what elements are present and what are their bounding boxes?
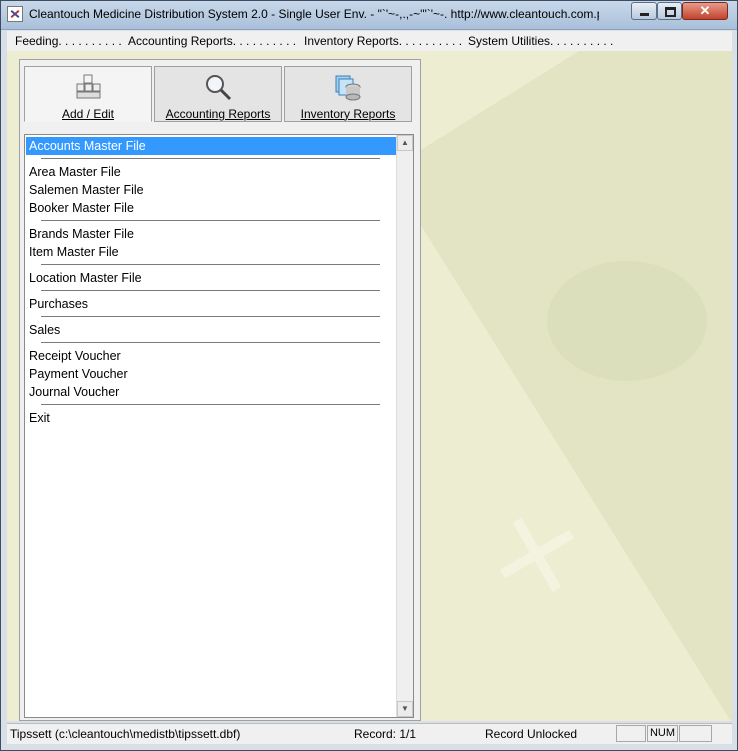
menu-accounting-reports[interactable]: Accounting Reports. . . . . . . . . . (128, 34, 296, 48)
menu-bar: Feeding. . . . . . . . . . Accounting Re… (7, 31, 732, 52)
list-separator (41, 316, 380, 317)
scroll-down-icon[interactable]: ▼ (397, 701, 413, 717)
list-separator (41, 290, 380, 291)
menu-inventory-reports[interactable]: Inventory Reports. . . . . . . . . . (304, 34, 462, 48)
title-bar[interactable]: Cleantouch Medicine Distribution System … (1, 1, 737, 30)
window-title: Cleantouch Medicine Distribution System … (29, 7, 599, 21)
mdi-client-area: Add / Edit Accounting Reports Inventory … (7, 51, 732, 721)
tab-accounting-reports-label: Accounting Reports (165, 107, 271, 121)
keyboard-icon (76, 74, 101, 99)
tab-accounting-reports[interactable]: Accounting Reports (154, 66, 282, 122)
close-button[interactable] (682, 2, 728, 20)
list-item-purchases[interactable]: Purchases (29, 295, 88, 313)
status-num-indicator: NUM (647, 725, 678, 742)
database-icon (335, 75, 361, 101)
list-scrollbar[interactable]: ▲ ▼ (396, 135, 413, 717)
list-item-booker-master-file[interactable]: Booker Master File (29, 199, 134, 217)
list-separator (41, 158, 380, 159)
list-item-payment-voucher[interactable]: Payment Voucher (29, 365, 128, 383)
status-caps-indicator (616, 725, 646, 742)
magnifier-icon (206, 75, 232, 101)
list-item-area-master-file[interactable]: Area Master File (29, 163, 121, 181)
list-separator (41, 342, 380, 343)
list-item-item-master-file[interactable]: Item Master File (29, 243, 119, 261)
list-item-journal-voucher[interactable]: Journal Voucher (29, 383, 119, 401)
background-circle (547, 261, 707, 381)
list-item-salemen-master-file[interactable]: Salemen Master File (29, 181, 144, 199)
menu-list[interactable]: Accounts Master File Area Master File Sa… (24, 134, 414, 718)
list-item-sales[interactable]: Sales (29, 321, 60, 339)
background-plus-bar (512, 517, 562, 593)
status-bar: Tipssett (c:\cleantouch\medistb\tipssett… (7, 723, 732, 744)
menu-system-utilities[interactable]: System Utilities. . . . . . . . . . (468, 34, 613, 48)
minimize-button[interactable] (631, 2, 657, 20)
status-lock: Record Unlocked (485, 727, 578, 741)
tab-strip: Add / Edit Accounting Reports Inventory … (24, 66, 418, 122)
list-separator (41, 264, 380, 265)
list-separator (41, 220, 380, 221)
background-calculator-image (387, 51, 732, 721)
maximize-button[interactable] (657, 2, 682, 20)
tab-inventory-reports[interactable]: Inventory Reports (284, 66, 412, 122)
list-item-receipt-voucher[interactable]: Receipt Voucher (29, 347, 121, 365)
menu-feeding[interactable]: Feeding. . . . . . . . . . (15, 34, 122, 48)
tab-inventory-reports-label: Inventory Reports (300, 107, 396, 121)
app-icon[interactable] (7, 6, 23, 22)
list-item-location-master-file[interactable]: Location Master File (29, 269, 142, 287)
tab-add-edit[interactable]: Add / Edit (24, 66, 152, 122)
list-item-accounts-master-file[interactable]: Accounts Master File (26, 137, 399, 155)
list-item-exit[interactable]: Exit (29, 409, 50, 427)
list-item-brands-master-file[interactable]: Brands Master File (29, 225, 134, 243)
navigation-panel: Add / Edit Accounting Reports Inventory … (19, 59, 421, 721)
status-file: Tipssett (c:\cleantouch\medistb\tipssett… (10, 727, 241, 741)
scroll-up-icon[interactable]: ▲ (397, 135, 413, 151)
status-record: Record: 1/1 (354, 727, 417, 741)
app-window: Cleantouch Medicine Distribution System … (0, 0, 738, 751)
list-separator (41, 404, 380, 405)
tab-add-edit-label: Add / Edit (61, 107, 115, 121)
status-scroll-indicator (679, 725, 712, 742)
